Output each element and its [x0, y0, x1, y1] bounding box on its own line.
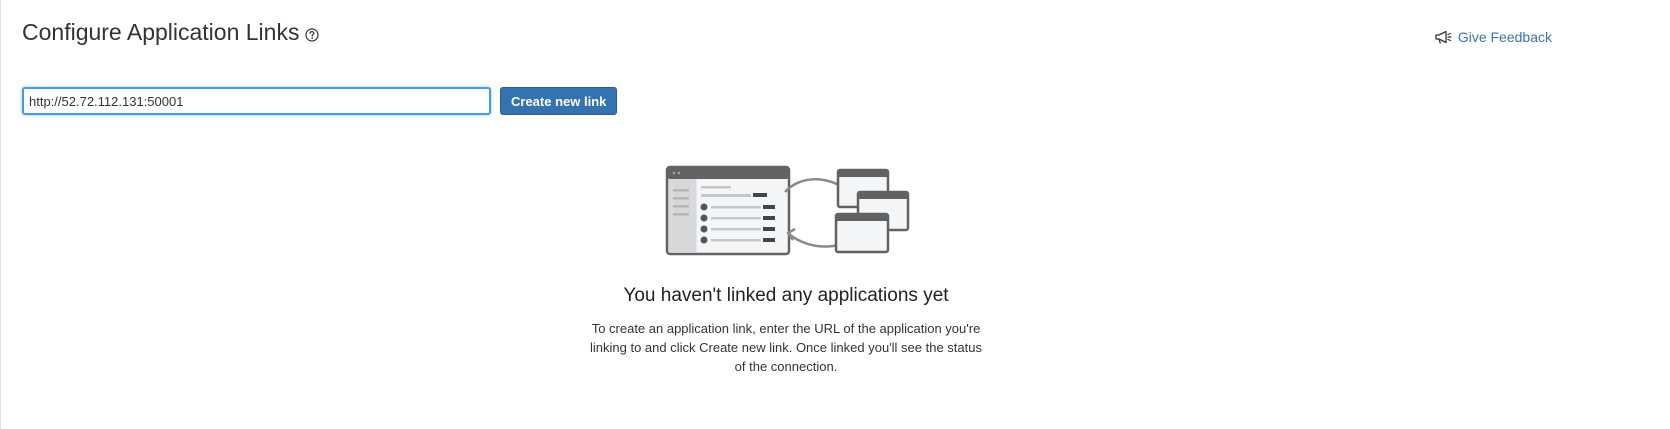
page-title-container: Configure Application Links	[22, 18, 320, 46]
megaphone-icon	[1435, 30, 1452, 44]
create-new-link-button[interactable]: Create new link	[500, 87, 618, 115]
question-circle-icon[interactable]	[305, 20, 320, 42]
empty-state-description: To create an application link, enter the…	[590, 321, 982, 374]
give-feedback-link[interactable]: Give Feedback	[1435, 29, 1552, 45]
give-feedback-label: Give Feedback	[1457, 29, 1552, 45]
application-links-illustration	[661, 162, 917, 262]
application-url-input[interactable]	[22, 87, 491, 115]
page: Configure Application Links Give Feedbac…	[0, 0, 1670, 429]
page-title: Configure Application Links	[22, 19, 300, 45]
empty-state-heading: You haven't linked any applications yet	[623, 285, 949, 306]
